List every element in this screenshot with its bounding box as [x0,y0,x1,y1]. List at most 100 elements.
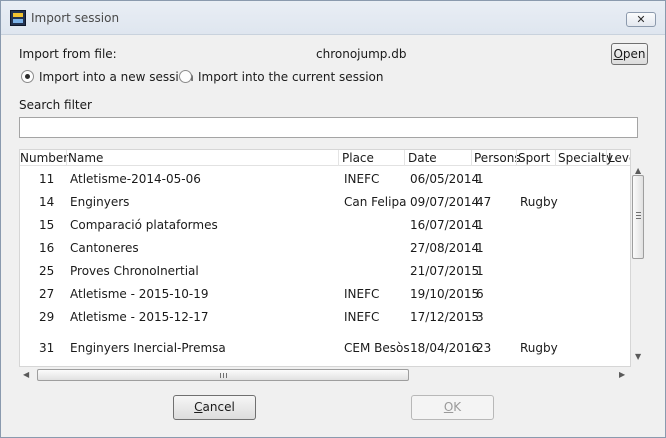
new-session-label[interactable]: Import into a new session [39,70,194,84]
cell-place: INEFC [344,172,380,186]
column-divider[interactable] [471,150,472,166]
grip-line [636,212,641,213]
title-bar: Import session ✕ [1,1,665,35]
open-mnemonic: O [613,47,623,61]
grip-line [636,218,641,219]
ok-button[interactable]: OK [411,395,494,420]
scroll-up-arrow-icon[interactable]: ▲ [635,167,641,175]
column-divider[interactable] [338,150,339,166]
grip-line [636,215,641,216]
search-filter-input[interactable] [19,117,638,138]
cell-sport: Rugby [520,341,558,355]
scroll-left-arrow-icon[interactable]: ◀ [23,371,29,379]
cancel-button[interactable]: Cancel [173,395,256,420]
cell-date: 18/04/2016 [410,341,480,355]
window-title: Import session [31,11,120,25]
table-row[interactable]: 25 Proves ChronoInertial 21/07/2015 1 [20,260,630,283]
column-header-sport[interactable]: Sport [518,151,550,165]
cell-place: INEFC [344,287,380,301]
column-header-number[interactable]: Number [20,151,68,165]
cell-number: 14 [39,195,55,209]
cell-name: Cantoneres [70,241,139,255]
cell-date: 17/12/2015 [410,310,480,324]
cell-number: 16 [39,241,55,255]
import-session-dialog: Import session ✕ Import from file: chron… [0,0,666,438]
current-session-radio[interactable] [179,70,192,83]
table-header: Number Name Place Date Persons Sport Spe… [20,150,630,166]
cancel-label-rest: ancel [202,400,235,414]
open-label-rest: pen [622,47,646,61]
cell-name: Comparació plataformes [70,218,218,232]
cell-date: 09/07/2014 [410,195,480,209]
cell-name: Atletisme - 2015-12-17 [70,310,209,324]
column-divider[interactable] [555,150,556,166]
chronojump-app-icon [10,10,26,26]
close-button[interactable]: ✕ [626,12,656,27]
column-divider[interactable] [516,150,517,166]
cell-persons: 1 [476,264,484,278]
cell-number: 29 [39,310,55,324]
scroll-down-arrow-icon[interactable]: ▼ [635,353,641,361]
table-row[interactable]: 16 Cantoneres 27/08/2014 1 [20,237,630,260]
grip-line [220,373,221,378]
current-session-label[interactable]: Import into the current session [198,70,383,84]
column-divider[interactable] [606,150,607,166]
column-header-date[interactable]: Date [408,151,437,165]
cell-persons: 23 [476,341,492,355]
vertical-scroll-thumb[interactable] [632,175,644,259]
column-header-level[interactable]: Leve [608,151,630,165]
column-divider[interactable] [66,150,67,166]
table-row[interactable]: 14 Enginyers Can Felipa 09/07/2014 47 Ru… [20,191,630,214]
cell-date: 16/07/2014 [410,218,480,232]
cell-date: 21/07/2015 [410,264,480,278]
ok-label-rest: K [453,400,462,414]
import-from-file-label: Import from file: [19,47,117,61]
cell-name: Atletisme-2014-05-06 [70,172,201,186]
cell-persons: 1 [476,218,484,232]
cell-name: Enginyers Inercial-Premsa [70,341,226,355]
horizontal-scrollbar[interactable]: ◀ ▶ [19,367,631,383]
cell-date: 19/10/2015 [410,287,480,301]
cell-number: 11 [39,172,55,186]
open-button[interactable]: Open [611,43,648,65]
cell-place: INEFC [344,310,380,324]
cell-number: 25 [39,264,55,278]
column-header-name[interactable]: Name [68,151,103,165]
column-divider[interactable] [404,150,405,166]
search-filter-label: Search filter [19,98,92,112]
ok-mnemonic: O [443,400,454,414]
cell-number: 27 [39,287,55,301]
cell-persons: 1 [476,241,484,255]
horizontal-scroll-thumb[interactable] [37,369,409,381]
cancel-mnemonic: C [194,400,203,414]
grip-line [223,373,224,378]
table-row[interactable]: 15 Comparació plataformes 16/07/2014 1 [20,214,630,237]
cell-persons: 3 [476,310,484,324]
cell-name: Proves ChronoInertial [70,264,199,278]
table-row[interactable]: 27 Atletisme - 2015-10-19 INEFC 19/10/20… [20,283,630,306]
file-name: chronojump.db [316,47,407,61]
column-header-persons[interactable]: Persons [474,151,521,165]
cell-persons: 47 [476,195,492,209]
column-header-specialty[interactable]: Specialty [558,151,613,165]
cell-persons: 6 [476,287,484,301]
vertical-scrollbar[interactable]: ▲ ▼ [631,167,647,361]
cell-name: Enginyers [70,195,130,209]
scroll-right-arrow-icon[interactable]: ▶ [619,371,625,379]
table-row[interactable]: 11 Atletisme-2014-05-06 INEFC 06/05/2014… [20,168,630,191]
sessions-table: Number Name Place Date Persons Sport Spe… [19,149,631,367]
cell-persons: 1 [476,172,484,186]
column-header-place[interactable]: Place [342,151,374,165]
cell-number: 15 [39,218,55,232]
grip-line [226,373,227,378]
table-row[interactable]: 29 Atletisme - 2015-12-17 INEFC 17/12/20… [20,306,630,329]
new-session-radio[interactable] [21,70,34,83]
table-row[interactable]: 31 Enginyers Inercial-Premsa CEM Besòs 1… [20,337,630,360]
cell-number: 31 [39,341,55,355]
cell-sport: Rugby [520,195,558,209]
cell-place: Can Felipa [344,195,407,209]
cell-date: 27/08/2014 [410,241,480,255]
cell-place: CEM Besòs [344,341,410,355]
cell-date: 06/05/2014 [410,172,480,186]
cell-name: Atletisme - 2015-10-19 [70,287,209,301]
